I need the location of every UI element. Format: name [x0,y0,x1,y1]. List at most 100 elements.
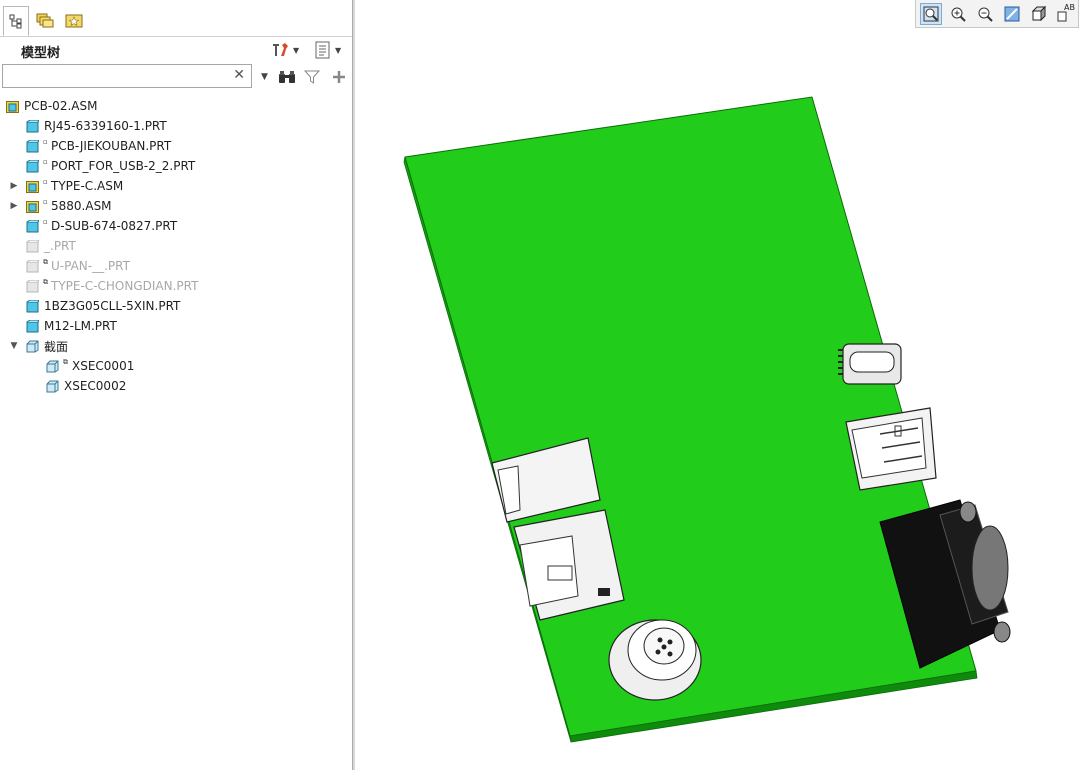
tree-item[interactable]: ▫ PORT_FOR_USB-2_2.PRT [0,156,352,176]
part-icon [26,220,39,233]
assembly-icon [26,181,39,193]
tree-item[interactable]: ⧉ U-PAN-__.PRT [0,256,352,276]
assembly-icon [6,100,19,113]
chevron-down-icon: ▼ [293,45,300,55]
chevron-down-icon: ▼ [335,45,342,55]
status-marker-icon: ▫ [43,138,48,146]
status-marker-icon: ⧉ [63,358,68,366]
expanded-arrow-icon[interactable]: ▼ [9,341,19,351]
part-icon [26,120,39,133]
pcb-model[interactable] [355,0,1079,770]
tree-item[interactable]: ▫ D-SUB-674-0827.PRT [0,216,352,236]
graphics-window[interactable] [355,0,1079,770]
tree-item-label: U-PAN-__.PRT [51,259,130,273]
tree-item-label: RJ45-6339160-1.PRT [44,119,167,133]
folder-browser-tab[interactable] [32,6,58,33]
tree-item[interactable]: ▫ PCB-JIEKOUBAN.PRT [0,136,352,156]
tree-item-label: XSEC0002 [64,379,127,393]
part-icon [26,240,39,253]
folder-stack-icon [36,13,54,27]
zoom-out-button[interactable] [974,3,996,25]
binoculars-icon [279,71,295,83]
tree-item-label: 截面 [44,339,69,354]
add-column-button[interactable] [332,68,346,86]
section-folder-icon [26,340,39,353]
status-marker-icon: ▫ [43,218,48,226]
search-input[interactable] [6,66,230,88]
model-tree-tab[interactable] [3,6,29,36]
tree-item[interactable]: ▶ ▫ TYPE-C.ASM [0,176,352,196]
tree-item-label: _.PRT [44,239,76,253]
star-folder-icon [65,14,83,27]
tree-item[interactable]: RJ45-6339160-1.PRT [0,116,352,136]
collapsed-arrow-icon[interactable]: ▶ [9,201,19,211]
tree-item-label: XSEC0001 [72,359,135,373]
part-icon [26,320,39,333]
model-tree-title: 模型树 [21,46,61,61]
tree-section-item[interactable]: ⧉ XSEC0001 [0,356,352,376]
tree-item-label: D-SUB-674-0827.PRT [51,219,178,233]
show-menu-button[interactable]: ▼ [314,41,341,59]
tree-root[interactable]: PCB-02.ASM [0,96,352,116]
tree-item-label: PORT_FOR_USB-2_2.PRT [51,159,196,173]
add-icon [333,71,345,83]
tree-item[interactable]: ▶ ▫ 5880.ASM [0,196,352,216]
zoom-out-icon [978,7,993,22]
tree-item[interactable]: ▼ 截面 [0,336,352,356]
tree-item[interactable]: M12-LM.PRT [0,316,352,336]
cross-section-icon [46,360,59,373]
display-style-button[interactable] [1028,3,1050,25]
tree-item[interactable]: ⧉ TYPE-C-CHONGDIAN.PRT [0,276,352,296]
usb-a-connector[interactable] [845,407,937,491]
search-dropdown-icon[interactable]: ▼ [261,68,268,86]
tree-item-label: TYPE-C.ASM [51,179,124,193]
zoom-in-button[interactable] [947,3,969,25]
tree-root-label: PCB-02.ASM [24,99,98,113]
part-icon [26,140,39,153]
tree-item[interactable]: 1BZ3G05CLL-5XIN.PRT [0,296,352,316]
part-icon [26,300,39,313]
status-marker-icon: ▫ [43,158,48,166]
navigator-panel: 模型树 ▼ ▼ ✕ ▼ PCB-02.ASM RJ45-6339160-1.PR… [0,0,353,770]
collapsed-arrow-icon[interactable]: ▶ [9,181,19,191]
refit-button[interactable] [920,3,942,25]
tree-section-item[interactable]: XSEC0002 [0,376,352,396]
settings-menu-button[interactable]: ▼ [270,41,299,59]
rj45-connector[interactable] [513,509,625,621]
filter-icon [304,70,320,84]
find-button[interactable] [278,68,296,86]
status-marker-icon: ⧉ [43,278,48,286]
cross-section-icon [46,380,59,393]
navigator-tabs [0,0,352,37]
model-tree-header: 模型树 ▼ ▼ [0,37,352,63]
part-icon [26,280,39,293]
part-icon [26,260,39,273]
status-marker-icon: ▫ [43,198,48,206]
repaint-button[interactable] [1001,3,1023,25]
tree-icon [9,14,22,29]
favorites-tab[interactable] [61,6,87,33]
m12-connector[interactable] [608,619,702,701]
part-icon [26,160,39,173]
type-c-connector[interactable] [838,343,902,385]
repaint-icon [1004,6,1020,22]
zoom-in-icon [951,7,966,22]
tree-item-label: PCB-JIEKOUBAN.PRT [51,139,172,153]
tree-item-label: TYPE-C-CHONGDIAN.PRT [51,279,199,293]
status-marker-icon: ▫ [43,178,48,186]
search-field[interactable]: ✕ [2,64,252,88]
tree-item-label: M12-LM.PRT [44,319,117,333]
annotation-display-label: AB [1064,3,1075,12]
tree-item[interactable]: _.PRT [0,236,352,256]
filter-button[interactable] [304,68,320,86]
clear-icon[interactable]: ✕ [233,67,245,83]
model-tree: PCB-02.ASM RJ45-6339160-1.PRT ▫ PCB-JIEKOU… [0,96,352,396]
display-style-icon [1031,6,1047,22]
list-icon [315,41,330,59]
assembly-icon [26,201,39,213]
tree-item-label: 5880.ASM [51,199,112,213]
annotation-display-button[interactable]: AB [1055,3,1077,25]
view-toolbar: AB [915,0,1079,28]
tree-item-label: 1BZ3G05CLL-5XIN.PRT [44,299,181,313]
status-marker-icon: ⧉ [43,258,48,266]
